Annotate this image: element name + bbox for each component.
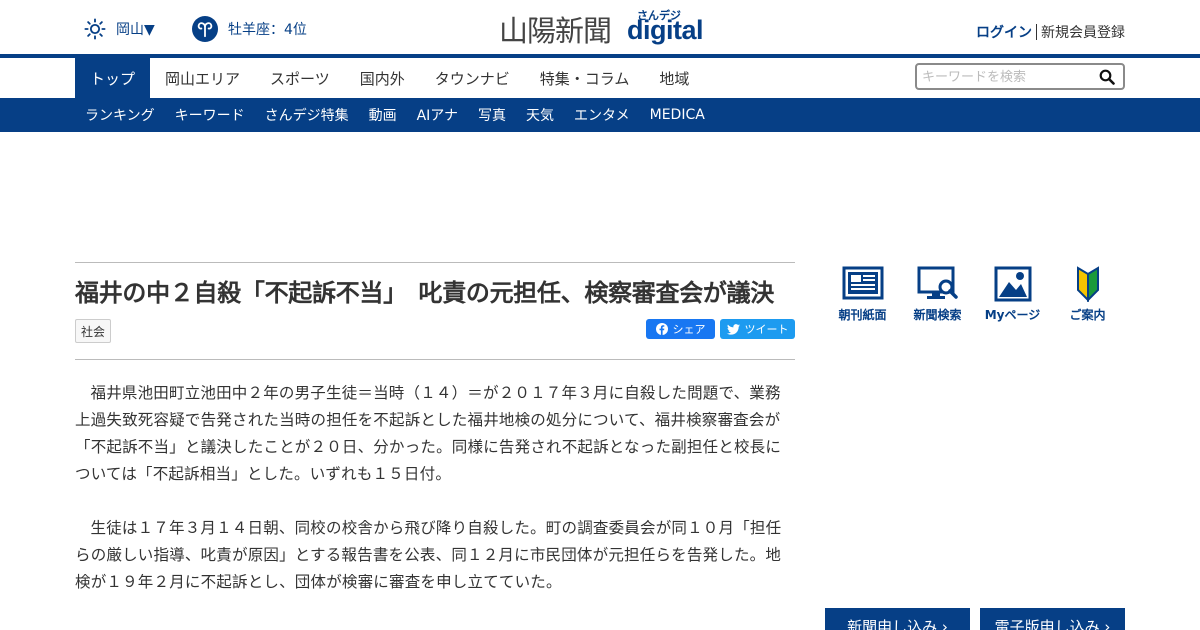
- nav-item-top[interactable]: トップ: [75, 58, 151, 98]
- subnav-item-medica[interactable]: MEDICA: [640, 98, 715, 132]
- twitter-bird-icon: [726, 323, 740, 335]
- sidebar-label: 新聞検索: [913, 308, 962, 322]
- subnav-item-entertainment[interactable]: エンタメ: [564, 98, 640, 132]
- login-link[interactable]: ログイン: [976, 22, 1032, 42]
- sidebar-label: Myページ: [984, 308, 1041, 322]
- article-paragraph: 生徒は１７年３月１４日朝、同校の校舎から飛び降り自殺した。町の調査委員会が同１０…: [75, 519, 782, 591]
- facebook-share-label: シェア: [672, 323, 706, 336]
- monitor-search-icon: [917, 266, 958, 299]
- sidebar-quick-links: 朝刊紙面 新聞検索 Myページ ご案内: [825, 266, 1125, 323]
- nav-item-region[interactable]: 地域: [644, 58, 704, 98]
- horoscope-widget[interactable]: 牡羊座：4位: [192, 16, 307, 42]
- article-top-rule: [75, 262, 795, 263]
- article-paragraph: 福井県池田町立池田中２年の男子生徒＝当時（１４）＝が２０１７年３月に自殺した問題…: [75, 384, 782, 483]
- horoscope-rank: 牡羊座：4位: [228, 22, 307, 38]
- facebook-share-button[interactable]: シェア: [646, 319, 715, 339]
- newspaper-subscribe-button[interactable]: 新聞申し込み ›: [825, 608, 970, 630]
- site-logo[interactable]: 山陽新聞 さんデジ digital: [499, 8, 705, 48]
- sun-icon: [84, 18, 106, 40]
- logo-japanese: 山陽新聞: [499, 14, 612, 48]
- sidebar-label: ご案内: [1069, 308, 1106, 322]
- article-meta: 社会 シェア ツイート: [75, 319, 795, 345]
- sidebar-link-guide[interactable]: ご案内: [1050, 266, 1125, 323]
- category-tag[interactable]: 社会: [75, 319, 112, 343]
- article: 福井の中２自殺「不起訴不当」 叱責の元担任、検察審査会が議決 社会 シェア ツイ…: [75, 262, 795, 596]
- main-nav: トップ 岡山エリア スポーツ 国内外 タウンナビ 特集・コラム 地域: [75, 58, 704, 98]
- subnav-item-ranking[interactable]: ランキング: [75, 98, 165, 132]
- aries-icon: [192, 16, 218, 42]
- user-page-icon: [994, 266, 1031, 302]
- newspaper-icon: [842, 266, 883, 300]
- nav-item-town-navi[interactable]: タウンナビ: [420, 58, 525, 98]
- subnav-item-weather[interactable]: 天気: [516, 98, 564, 132]
- subnav-item-ai-anchor[interactable]: AIアナ: [407, 98, 468, 132]
- subnav-item-sandeji-special[interactable]: さんデジ特集: [255, 98, 359, 132]
- weather-region-select[interactable]: 岡山▼: [116, 19, 155, 39]
- site-header: 岡山▼ 牡羊座：4位 山陽新聞 さんデジ digital ログイン 新規会員登録: [0, 0, 1200, 54]
- digital-subscribe-button[interactable]: 電子版申し込み ›: [980, 608, 1125, 630]
- article-meta-rule: [75, 359, 795, 360]
- search-box: [915, 63, 1125, 90]
- auth-divider: [1036, 24, 1037, 40]
- sub-nav: ランキング キーワード さんデジ特集 動画 AIアナ 写真 天気 エンタメ ME…: [0, 98, 1200, 132]
- beginner-mark-icon: [1076, 266, 1099, 302]
- nav-item-domestic-intl[interactable]: 国内外: [345, 58, 420, 98]
- sidebar-link-my-page[interactable]: Myページ: [975, 266, 1050, 323]
- nav-item-sports[interactable]: スポーツ: [255, 58, 345, 98]
- auth-links: ログイン 新規会員登録: [976, 22, 1125, 42]
- article-headline: 福井の中２自殺「不起訴不当」 叱責の元担任、検察審査会が議決: [75, 279, 774, 307]
- subnav-item-photo[interactable]: 写真: [468, 98, 516, 132]
- sidebar-label: 朝刊紙面: [838, 308, 887, 322]
- sidebar-link-newspaper-search[interactable]: 新聞検索: [900, 266, 975, 323]
- search-icon[interactable]: [1099, 69, 1115, 85]
- logo-digital: digital: [627, 15, 704, 45]
- weather-widget[interactable]: 岡山▼: [84, 18, 155, 40]
- twitter-share-label: ツイート: [744, 323, 789, 336]
- subnav-item-keyword[interactable]: キーワード: [165, 98, 255, 132]
- nav-item-okayama-area[interactable]: 岡山エリア: [150, 58, 255, 98]
- sidebar-link-morning-edition[interactable]: 朝刊紙面: [825, 266, 900, 323]
- subnav-item-video[interactable]: 動画: [359, 98, 407, 132]
- twitter-share-button[interactable]: ツイート: [720, 319, 795, 339]
- nav-item-features[interactable]: 特集・コラム: [525, 58, 645, 98]
- search-input[interactable]: [922, 68, 1092, 86]
- facebook-icon: [655, 323, 668, 335]
- register-link[interactable]: 新規会員登録: [1041, 22, 1125, 42]
